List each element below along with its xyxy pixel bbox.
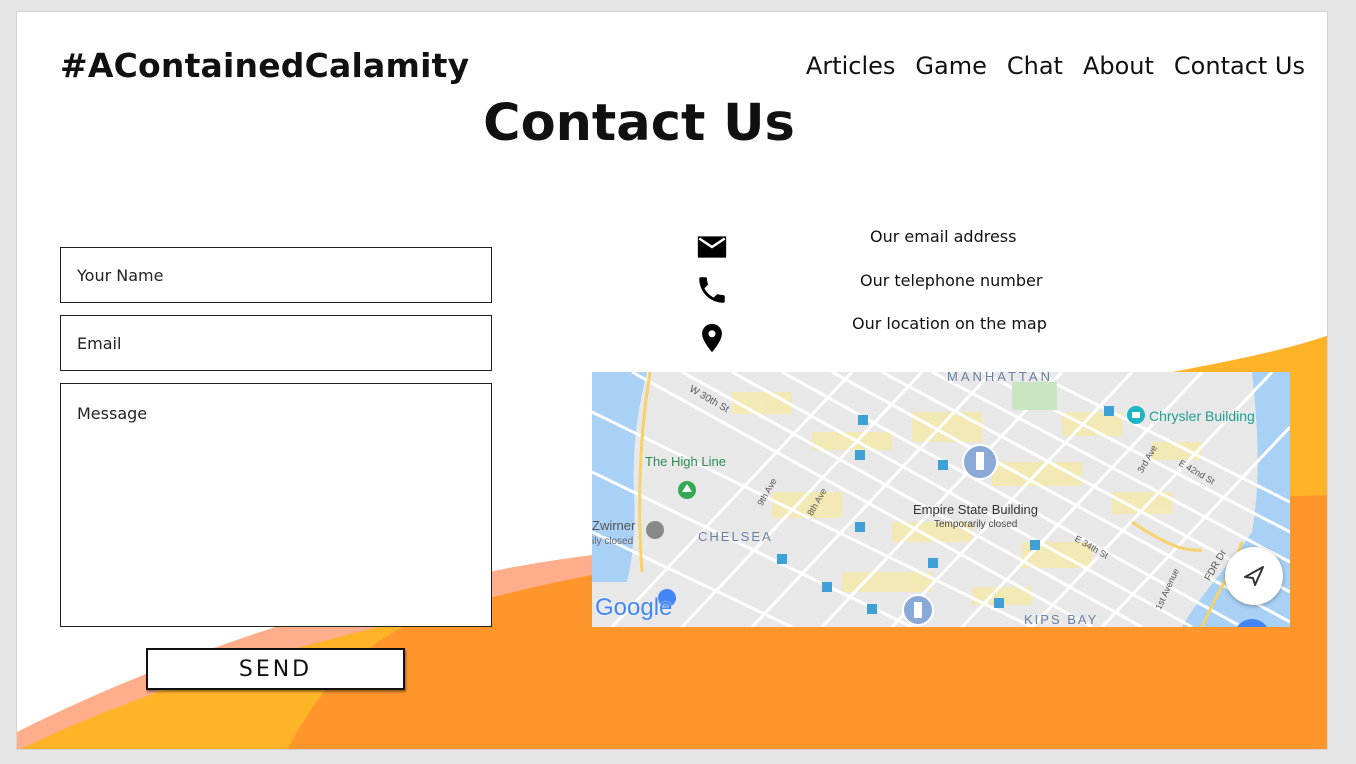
google-logo[interactable]: Google xyxy=(595,594,672,622)
nav-item-game[interactable]: Game xyxy=(915,52,986,80)
nav-item-articles[interactable]: Articles xyxy=(806,52,896,80)
message-field[interactable] xyxy=(60,383,492,627)
nav-item-about[interactable]: About xyxy=(1083,52,1154,80)
map-label-manhattan: MANHATTAN xyxy=(947,372,1053,384)
nav-item-chat[interactable]: Chat xyxy=(1007,52,1063,80)
name-field[interactable] xyxy=(60,247,492,303)
map-label-zwirner: Zwirner xyxy=(592,518,636,533)
map-label-chelsea: CHELSEA xyxy=(698,529,773,544)
contact-location-text: Our location on the map xyxy=(852,314,1047,333)
nav-item-contact-us[interactable]: Contact Us xyxy=(1174,52,1305,80)
send-button[interactable]: SEND xyxy=(146,648,405,690)
map-label-kips-bay: KIPS BAY xyxy=(1024,612,1099,627)
site-brand[interactable]: #AContainedCalamity xyxy=(60,46,469,85)
map-locate-button[interactable] xyxy=(1225,547,1283,605)
location-pin-icon xyxy=(702,323,722,353)
page-canvas: #AContainedCalamity Articles Game Chat A… xyxy=(16,11,1328,750)
map-label-esb: Empire State Building xyxy=(913,502,1039,517)
map-label-chrysler: Chrysler Building xyxy=(1149,408,1255,424)
page-title: Contact Us xyxy=(483,94,795,153)
map-label-esb-status: Temporarily closed xyxy=(934,519,1018,530)
location-map[interactable]: MANHATTAN W 30th St The High Line 9th Av… xyxy=(592,372,1290,627)
contact-email-text: Our email address xyxy=(870,227,1017,246)
phone-icon xyxy=(699,277,725,303)
main-nav: Articles Game Chat About Contact Us xyxy=(806,52,1305,80)
navigation-arrow-icon xyxy=(1244,566,1264,586)
map-label-zwirner-status: ily closed xyxy=(592,536,634,547)
map-label-high-line: The High Line xyxy=(645,454,726,469)
mail-icon xyxy=(697,236,727,258)
contact-phone-text: Our telephone number xyxy=(860,271,1043,290)
email-field[interactable] xyxy=(60,315,492,371)
